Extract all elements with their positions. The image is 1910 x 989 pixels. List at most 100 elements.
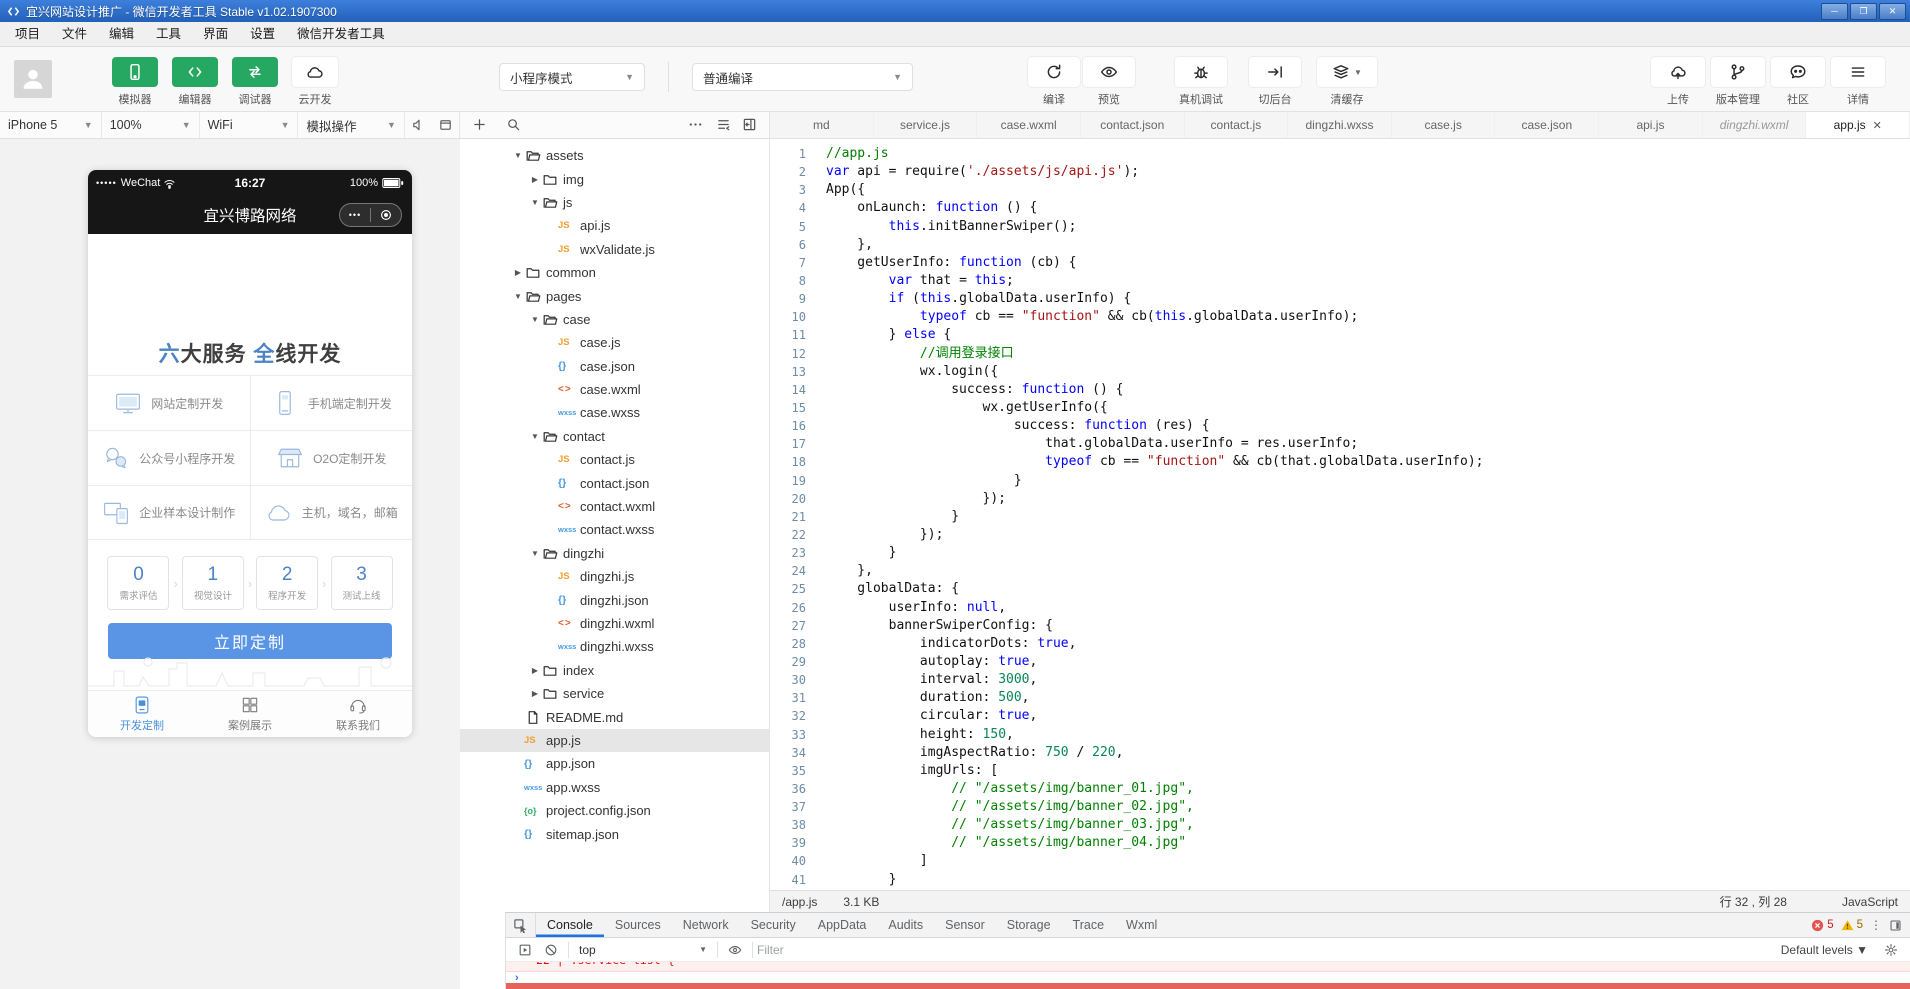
tab-api.js[interactable]: api.js	[1599, 112, 1703, 138]
debugger-button[interactable]	[232, 57, 278, 87]
tree-item-app.json[interactable]: {}app.json	[460, 752, 769, 775]
close-tab-icon[interactable]: ✕	[1873, 119, 1882, 132]
context-select[interactable]: top ▼	[573, 943, 713, 957]
menu-文件[interactable]: 文件	[51, 22, 98, 46]
maximize-icon[interactable]: ❐	[1850, 3, 1877, 20]
phone-tab-开发定制[interactable]: 开发定制	[88, 691, 196, 737]
console-prompt[interactable]: ›	[506, 972, 1910, 983]
tree-item-dingzhi.json[interactable]: {}dingzhi.json	[460, 588, 769, 611]
console-tab-sensor[interactable]: Sensor	[934, 913, 996, 937]
console-tab-security[interactable]: Security	[740, 913, 807, 937]
menu-工具[interactable]: 工具	[145, 22, 192, 46]
caret-right-icon[interactable]: ▶	[529, 175, 541, 184]
tree-item-contact.wxml[interactable]: <>contact.wxml	[460, 495, 769, 518]
code-editor[interactable]: 1//app.js2var api = require('./assets/js…	[770, 139, 1910, 890]
tab-app.js[interactable]: app.js✕	[1806, 112, 1910, 138]
tree-item-contact.json[interactable]: {}contact.json	[460, 471, 769, 494]
cta-button[interactable]: 立即定制	[108, 623, 392, 659]
community-button[interactable]	[1771, 57, 1825, 87]
background-button[interactable]	[1249, 57, 1301, 87]
phone-tab-联系我们[interactable]: 联系我们	[304, 691, 412, 737]
tab-case.js[interactable]: case.js	[1392, 112, 1496, 138]
tree-item-contact.wxss[interactable]: wxsscontact.wxss	[460, 518, 769, 541]
phone-tab-案例展示[interactable]: 案例展示	[196, 691, 304, 737]
add-file-icon[interactable]	[472, 117, 487, 132]
simulator-button[interactable]	[112, 57, 158, 87]
console-tab-network[interactable]: Network	[672, 913, 740, 937]
tab-contact.js[interactable]: contact.js	[1185, 112, 1289, 138]
console-tab-sources[interactable]: Sources	[604, 913, 672, 937]
capsule-exit-icon[interactable]	[379, 208, 393, 222]
tree-item-sitemap.json[interactable]: {}sitemap.json	[460, 822, 769, 845]
scale-select[interactable]: 100%▼	[102, 112, 200, 138]
warning-counter[interactable]: 5	[1841, 919, 1863, 932]
clear-cache-button[interactable]: ▼	[1317, 57, 1377, 87]
tree-item-case.json[interactable]: {}case.json	[460, 355, 769, 378]
caret-down-icon[interactable]: ▼	[529, 315, 541, 324]
network-select[interactable]: WiFi▼	[200, 112, 299, 138]
caret-right-icon[interactable]: ▶	[529, 689, 541, 698]
tab-contact.json[interactable]: contact.json	[1081, 112, 1185, 138]
cloud-dev-button[interactable]	[292, 57, 338, 87]
caret-right-icon[interactable]: ▶	[529, 666, 541, 675]
tree-item-case.wxss[interactable]: wxsscase.wxss	[460, 401, 769, 424]
compile-button[interactable]	[1028, 57, 1080, 87]
tab-dingzhi.wxml[interactable]: dingzhi.wxml	[1703, 112, 1807, 138]
service-item[interactable]: 主机，域名，邮箱	[251, 486, 413, 539]
service-item[interactable]: 公众号小程序开发	[88, 431, 251, 485]
tree-item-contact[interactable]: ▼contact	[460, 425, 769, 448]
service-item[interactable]: 网站定制开发	[88, 376, 251, 430]
menu-设置[interactable]: 设置	[239, 22, 286, 46]
menu-编辑[interactable]: 编辑	[98, 22, 145, 46]
tree-item-case[interactable]: ▼case	[460, 308, 769, 331]
tree-item-case.wxml[interactable]: <>case.wxml	[460, 378, 769, 401]
tree-item-contact.js[interactable]: JScontact.js	[460, 448, 769, 471]
gear-icon[interactable]	[1884, 943, 1898, 957]
compile-mode-select[interactable]: 普通编译 ▼	[692, 63, 913, 91]
tree-item-service[interactable]: ▶service	[460, 682, 769, 705]
tree-item-dingzhi[interactable]: ▼dingzhi	[460, 542, 769, 565]
service-item[interactable]: O2O定制开发	[251, 431, 413, 485]
tree-item-dingzhi.wxml[interactable]: <>dingzhi.wxml	[460, 612, 769, 635]
dock-side-icon[interactable]	[1889, 919, 1902, 932]
more-options-icon[interactable]	[688, 117, 703, 132]
tree-item-app.js[interactable]: JSapp.js	[460, 729, 769, 752]
tab-case.json[interactable]: case.json	[1495, 112, 1599, 138]
console-tab-appdata[interactable]: AppData	[807, 913, 878, 937]
remote-debug-button[interactable]	[1175, 57, 1227, 87]
console-tab-audits[interactable]: Audits	[877, 913, 934, 937]
caret-down-icon[interactable]: ▼	[512, 151, 524, 160]
device-select[interactable]: iPhone 5▼	[0, 112, 102, 138]
caret-right-icon[interactable]: ▶	[512, 268, 524, 277]
menu-项目[interactable]: 项目	[4, 22, 51, 46]
service-item[interactable]: 手机端定制开发	[251, 376, 413, 430]
console-error-row[interactable]: 22 | .service-list {	[506, 962, 1910, 972]
caret-down-icon[interactable]: ▼	[529, 549, 541, 558]
tree-item-assets[interactable]: ▼assets	[460, 144, 769, 167]
tree-item-js[interactable]: ▼js	[460, 191, 769, 214]
search-icon[interactable]	[506, 117, 521, 132]
error-counter[interactable]: 5	[1811, 919, 1833, 932]
editor-button[interactable]	[172, 57, 218, 87]
eval-context-icon[interactable]	[518, 943, 532, 957]
tree-item-dingzhi.wxss[interactable]: wxssdingzhi.wxss	[460, 635, 769, 658]
tab-dingzhi.wxss[interactable]: dingzhi.wxss	[1288, 112, 1392, 138]
details-button[interactable]	[1831, 57, 1885, 87]
clear-console-icon[interactable]	[544, 943, 558, 957]
capsule-more-icon[interactable]: •••	[340, 210, 370, 220]
tree-item-common[interactable]: ▶common	[460, 261, 769, 284]
close-icon[interactable]: ✕	[1879, 3, 1906, 20]
upload-button[interactable]	[1651, 57, 1705, 87]
tree-item-img[interactable]: ▶img	[460, 167, 769, 190]
sim-action-select[interactable]: 模拟操作▼	[298, 112, 404, 138]
minimize-icon[interactable]: ─	[1821, 3, 1848, 20]
service-item[interactable]: 企业样本设计制作	[88, 486, 251, 539]
user-avatar[interactable]	[14, 60, 52, 98]
tree-item-pages[interactable]: ▼pages	[460, 284, 769, 307]
preview-button[interactable]	[1083, 57, 1135, 87]
language-mode[interactable]: JavaScript	[1842, 895, 1898, 909]
tree-item-app.wxss[interactable]: wxssapp.wxss	[460, 776, 769, 799]
tree-item-api.js[interactable]: JSapi.js	[460, 214, 769, 237]
tab-md[interactable]: md	[770, 112, 874, 138]
menu-界面[interactable]: 界面	[192, 22, 239, 46]
